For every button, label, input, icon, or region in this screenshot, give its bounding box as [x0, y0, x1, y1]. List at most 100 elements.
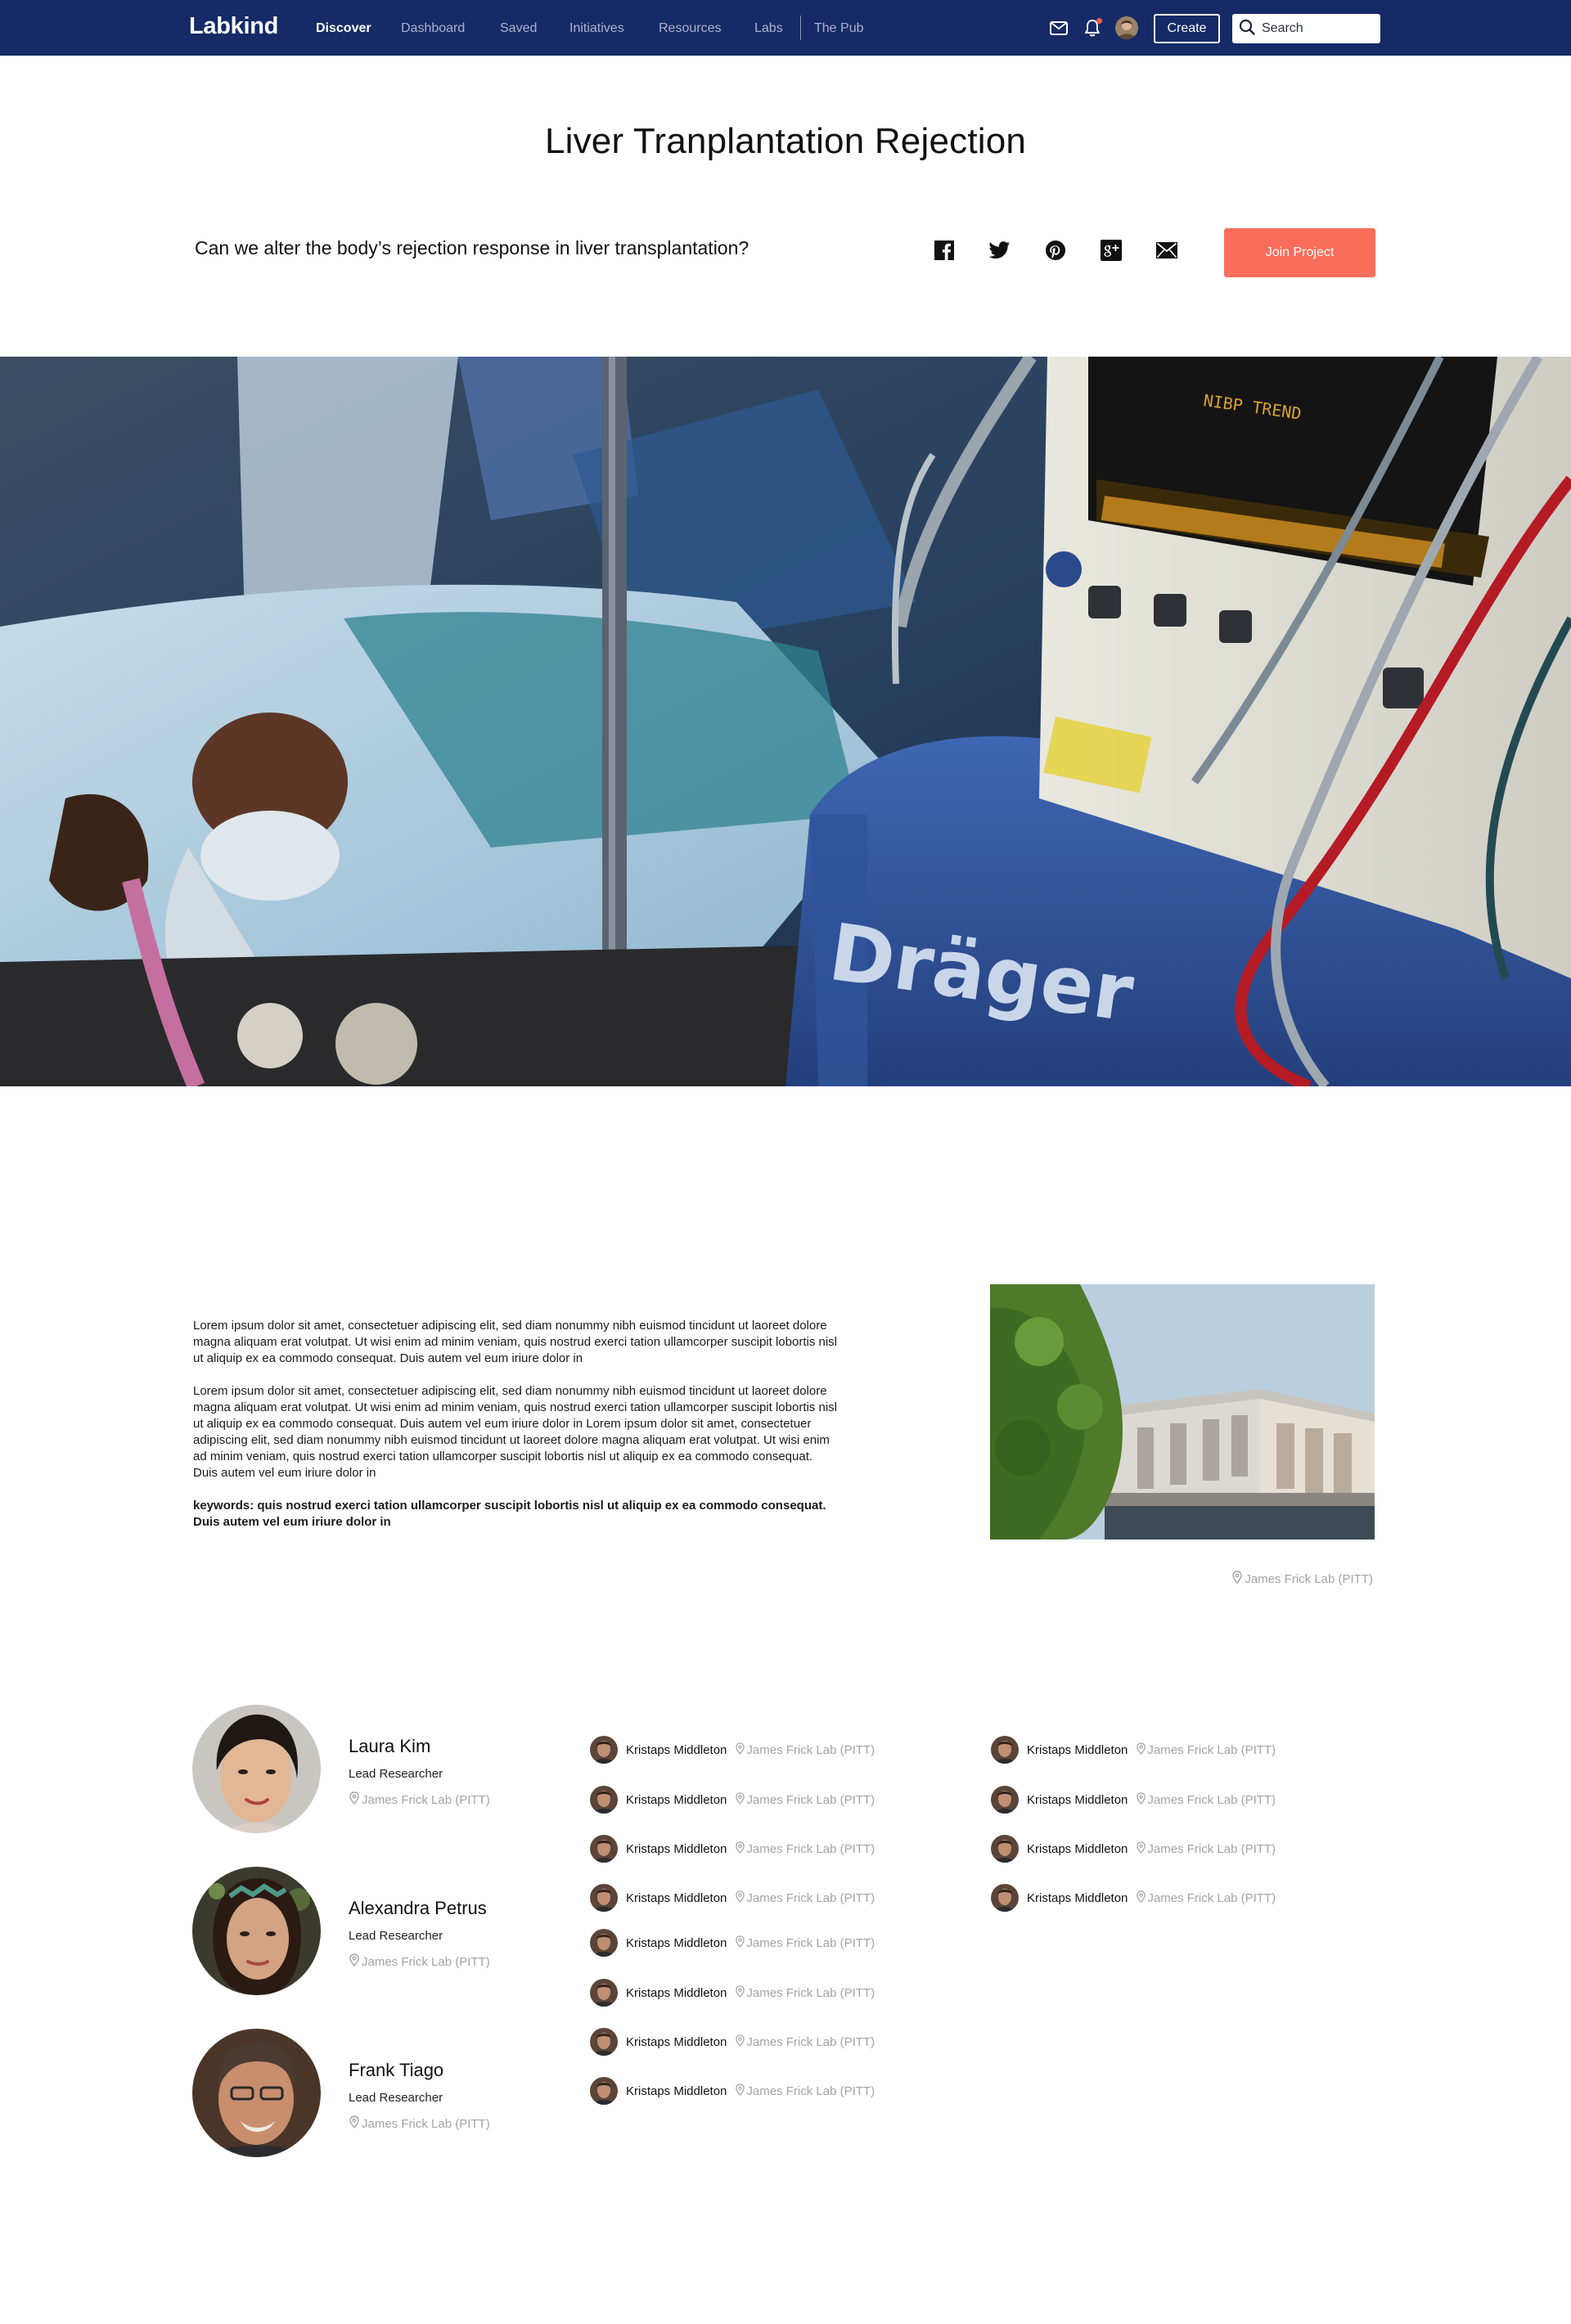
avatar[interactable]: [590, 1786, 618, 1814]
member-name[interactable]: Kristaps Middleton: [626, 2084, 727, 2098]
team-member-row[interactable]: Kristaps Middleton James Frick Lab (PITT): [590, 2027, 875, 2057]
avatar[interactable]: [991, 1884, 1019, 1912]
nav-link-labs[interactable]: Labs: [754, 21, 783, 36]
member-lab: James Frick Lab (PITT): [1136, 1890, 1276, 1906]
location-pin-icon: [735, 2034, 745, 2050]
pinterest-icon[interactable]: [1042, 237, 1069, 263]
mail-icon[interactable]: [1046, 15, 1072, 41]
member-name[interactable]: Kristaps Middleton: [626, 1793, 727, 1807]
avatar[interactable]: [1115, 16, 1138, 39]
location-pin-icon: [349, 1953, 360, 1970]
avatar[interactable]: [590, 1736, 618, 1764]
team-member-row[interactable]: Kristaps Middleton James Frick Lab (PITT): [991, 1785, 1276, 1814]
nav-link-discover[interactable]: Discover: [316, 21, 371, 36]
email-icon[interactable]: [1154, 237, 1180, 263]
lead-researcher-card[interactable]: Alexandra Petrus Lead Researcher James F…: [192, 1867, 536, 1998]
researcher-name[interactable]: Alexandra Petrus: [349, 1898, 487, 1919]
location-pin-icon: [1136, 1841, 1146, 1857]
member-lab: James Frick Lab (PITT): [735, 1841, 875, 1857]
member-name[interactable]: Kristaps Middleton: [626, 1936, 727, 1950]
avatar[interactable]: [991, 1786, 1019, 1814]
researcher-lab-label: James Frick Lab (PITT): [362, 1954, 490, 1969]
google-plus-icon[interactable]: [1098, 237, 1124, 263]
avatar[interactable]: [590, 2028, 618, 2056]
avatar[interactable]: [590, 1979, 618, 2007]
member-lab: James Frick Lab (PITT): [735, 1890, 875, 1906]
member-lab-label: James Frick Lab (PITT): [746, 1935, 876, 1950]
team-member-row[interactable]: Kristaps Middleton James Frick Lab (PITT): [590, 1883, 875, 1913]
bell-icon[interactable]: [1079, 15, 1105, 41]
nav-link-dashboard[interactable]: Dashboard: [401, 21, 465, 36]
avatar[interactable]: [192, 2029, 321, 2157]
team-member-row[interactable]: Kristaps Middleton James Frick Lab (PITT): [590, 1978, 875, 2007]
member-lab: James Frick Lab (PITT): [735, 1791, 875, 1808]
nav-divider: [800, 16, 801, 40]
member-name[interactable]: Kristaps Middleton: [626, 1891, 727, 1905]
avatar[interactable]: [991, 1736, 1019, 1764]
location-pin-icon: [349, 2115, 360, 2132]
location-pin-icon: [1136, 1791, 1146, 1808]
location-pin-icon: [735, 1985, 745, 2001]
member-lab-label: James Frick Lab (PITT): [1147, 1792, 1276, 1807]
member-lab: James Frick Lab (PITT): [1136, 1791, 1276, 1808]
lead-researcher-card[interactable]: Frank Tiago Lead Researcher James Frick …: [192, 2029, 536, 2160]
location-pin-icon: [735, 2083, 745, 2099]
member-name[interactable]: Kristaps Middleton: [1027, 1891, 1128, 1905]
description-paragraph-2: Lorem ipsum dolor sit amet, consectetuer…: [193, 1384, 838, 1480]
member-name[interactable]: Kristaps Middleton: [1027, 1743, 1128, 1757]
member-name[interactable]: Kristaps Middleton: [626, 1986, 727, 2000]
member-lab-label: James Frick Lab (PITT): [746, 1890, 876, 1905]
member-name[interactable]: Kristaps Middleton: [1027, 1793, 1128, 1807]
logo[interactable]: Labkind: [189, 13, 278, 40]
researcher-name[interactable]: Laura Kim: [349, 1736, 430, 1757]
researcher-lab: James Frick Lab (PITT): [349, 1953, 490, 1970]
twitter-icon[interactable]: [987, 237, 1013, 263]
avatar[interactable]: [991, 1835, 1019, 1863]
team-member-row[interactable]: Kristaps Middleton James Frick Lab (PITT): [590, 1834, 875, 1863]
nav-link-saved[interactable]: Saved: [500, 21, 537, 36]
researcher-name[interactable]: Frank Tiago: [349, 2060, 443, 2081]
project-question: Can we alter the body’s rejection respon…: [195, 237, 749, 258]
researcher-lab-label: James Frick Lab (PITT): [362, 2116, 490, 2131]
location-pin-icon: [1136, 1890, 1146, 1906]
search-input[interactable]: Search: [1232, 14, 1380, 43]
team-member-row[interactable]: Kristaps Middleton James Frick Lab (PITT): [590, 1735, 875, 1764]
researcher-role: Lead Researcher: [349, 1767, 443, 1781]
avatar[interactable]: [192, 1705, 321, 1833]
lab-location-label: James Frick Lab (PITT): [1245, 1571, 1373, 1586]
nav-link-resources[interactable]: Resources: [659, 21, 721, 36]
member-lab-label: James Frick Lab (PITT): [746, 2034, 876, 2049]
member-lab: James Frick Lab (PITT): [1136, 1841, 1276, 1857]
join-project-button[interactable]: Join Project: [1224, 228, 1375, 277]
nav-link-the-pub[interactable]: The Pub: [814, 21, 863, 36]
search-placeholder: Search: [1262, 21, 1303, 35]
facebook-icon[interactable]: [931, 237, 957, 263]
team-member-row[interactable]: Kristaps Middleton James Frick Lab (PITT): [590, 2076, 875, 2106]
team-member-row[interactable]: Kristaps Middleton James Frick Lab (PITT): [991, 1883, 1276, 1913]
avatar[interactable]: [590, 1884, 618, 1912]
team-member-row[interactable]: Kristaps Middleton James Frick Lab (PITT): [991, 1735, 1276, 1764]
avatar[interactable]: [590, 2077, 618, 2105]
location-pin-icon: [735, 1841, 745, 1857]
member-name[interactable]: Kristaps Middleton: [626, 1842, 727, 1856]
lab-building-photo: [990, 1284, 1375, 1540]
member-lab-label: James Frick Lab (PITT): [1147, 1742, 1276, 1757]
avatar[interactable]: [590, 1835, 618, 1863]
team-member-row[interactable]: Kristaps Middleton James Frick Lab (PITT): [590, 1785, 875, 1814]
member-name[interactable]: Kristaps Middleton: [626, 1743, 727, 1757]
create-button[interactable]: Create: [1154, 14, 1220, 43]
location-pin-icon: [735, 1935, 745, 1951]
lead-researcher-card[interactable]: Laura Kim Lead Researcher James Frick La…: [192, 1705, 536, 1836]
nav-link-initiatives[interactable]: Initiatives: [569, 21, 624, 36]
member-lab: James Frick Lab (PITT): [735, 1985, 875, 2001]
avatar[interactable]: [590, 1929, 618, 1957]
location-pin-icon: [1231, 1571, 1243, 1587]
member-lab-label: James Frick Lab (PITT): [746, 1841, 876, 1856]
member-lab: James Frick Lab (PITT): [735, 2034, 875, 2050]
member-name[interactable]: Kristaps Middleton: [1027, 1842, 1128, 1856]
member-name[interactable]: Kristaps Middleton: [626, 2035, 727, 2049]
team-member-row[interactable]: Kristaps Middleton James Frick Lab (PITT): [590, 1928, 875, 1958]
team-member-row[interactable]: Kristaps Middleton James Frick Lab (PITT): [991, 1834, 1276, 1863]
avatar[interactable]: [192, 1867, 321, 1995]
member-lab: James Frick Lab (PITT): [735, 1935, 875, 1951]
